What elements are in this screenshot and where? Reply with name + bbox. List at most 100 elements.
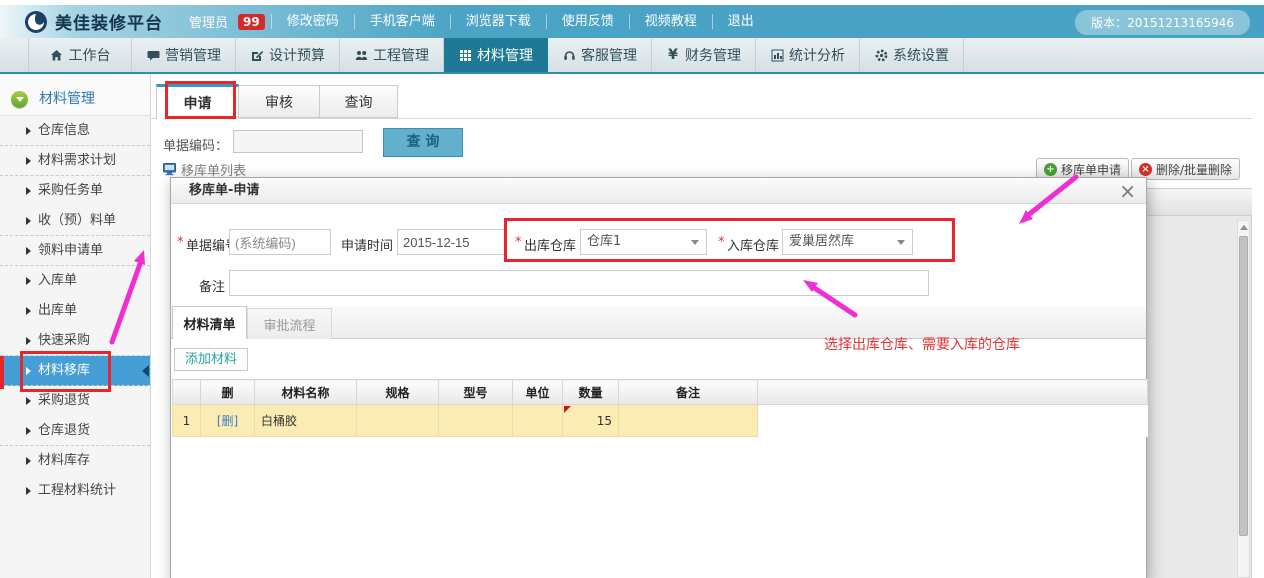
code-field-input[interactable]: [229, 229, 331, 255]
row-material-name: 白桶胶: [255, 405, 357, 437]
caret-right-icon: [26, 217, 31, 225]
nav-tab-finance[interactable]: ¥ 财务管理: [652, 38, 756, 72]
sidebar-item-material-stock[interactable]: 材料库存: [0, 446, 150, 476]
remark-input[interactable]: [229, 270, 929, 296]
nav-tab-marketing[interactable]: 营销管理: [132, 38, 236, 72]
mobile-client-link[interactable]: 手机客户端: [354, 14, 450, 29]
logout-link[interactable]: 退出: [712, 14, 769, 29]
sidebar-item-label: 领料申请单: [38, 243, 103, 258]
header-links: 管理员 99 修改密码 手机客户端 浏览器下载 使用反馈 视频教程 退出: [189, 12, 769, 31]
row-unit: [513, 405, 563, 437]
col-remark: 备注: [619, 380, 758, 405]
yen-icon: ¥: [666, 48, 680, 62]
sidebar-item-label: 采购退货: [38, 393, 90, 408]
annotation-tip-text: 选择出库仓库、需要入库的仓库: [824, 334, 1020, 354]
tab-material-list[interactable]: 材料清单: [172, 306, 247, 339]
sidebar-item-label: 材料需求计划: [38, 153, 116, 168]
dialog-title: 移库单-申请: [189, 183, 259, 198]
order-code-input[interactable]: [233, 130, 363, 153]
sidebar-item-label: 仓库退货: [38, 423, 90, 438]
nav-tab-label: 工作台: [69, 45, 111, 65]
collapse-circle-icon[interactable]: [11, 91, 28, 108]
apply-time-label: 申请时间: [341, 235, 393, 254]
tab-label: 申请: [184, 93, 212, 113]
sidebar-item-label: 材料移库: [38, 363, 90, 378]
col-model: 型号: [439, 380, 513, 405]
grid-icon: [458, 48, 472, 62]
nav-tab-system-settings[interactable]: 系统设置: [860, 38, 964, 72]
delete-row-link[interactable]: [删]: [217, 414, 238, 428]
active-pointer-icon: [142, 365, 149, 377]
search-button[interactable]: 查 询: [383, 128, 463, 157]
sidebar-item-purchase-return[interactable]: 采购退货: [0, 386, 150, 416]
sidebar-item-receive-material[interactable]: 收（预）料单: [0, 206, 150, 236]
nav-tab-workbench[interactable]: 工作台: [28, 38, 132, 72]
sidebar-item-label: 入库单: [38, 273, 77, 288]
row-model: [439, 405, 513, 437]
caret-right-icon: [26, 367, 31, 375]
sidebar-item-project-material-stats[interactable]: 工程材料统计: [0, 476, 150, 506]
nav-tab-label: 系统设置: [893, 45, 949, 65]
nav-tab-customer-service[interactable]: 客服管理: [548, 38, 652, 72]
home-icon: [50, 48, 64, 62]
nav-tab-design-budget[interactable]: 设计预算: [236, 38, 340, 72]
row-qty[interactable]: 15: [563, 405, 619, 437]
row-spec: [357, 405, 439, 437]
sidebar-item-label: 材料库存: [38, 453, 90, 468]
in-warehouse-select[interactable]: 爱巢居然库: [782, 229, 913, 255]
sidebar-header[interactable]: 材料管理: [0, 74, 150, 116]
sidebar-item-label: 仓库信息: [38, 123, 90, 138]
change-password-link[interactable]: 修改密码: [271, 14, 354, 29]
sidebar-item-material-demand-plan[interactable]: 材料需求计划: [0, 146, 150, 176]
add-material-button[interactable]: 添加材料: [174, 348, 248, 371]
sidebar-item-purchase-task[interactable]: 采购任务单: [0, 176, 150, 206]
sidebar-item-quick-purchase[interactable]: 快速采购: [0, 326, 150, 356]
dialog-header: 移库单-申请 ×: [171, 178, 1146, 204]
close-icon[interactable]: ×: [1119, 179, 1136, 203]
sidebar-item-warehouse-return[interactable]: 仓库退货: [0, 416, 150, 446]
nav-tab-engineering[interactable]: 工程管理: [340, 38, 444, 72]
caret-right-icon: [26, 277, 31, 285]
delete-batch-button[interactable]: × 删除/批量删除: [1131, 158, 1240, 180]
row-index: 1: [173, 405, 201, 437]
row-remark: [619, 405, 758, 437]
app-window: 美佳装修平台 管理员 99 修改密码 手机客户端 浏览器下载 使用反馈 视频教程…: [0, 0, 1264, 578]
sidebar-item-outbound[interactable]: 出库单: [0, 296, 150, 326]
tab-label: 查询: [345, 92, 373, 112]
video-tutorial-link[interactable]: 视频教程: [629, 14, 712, 29]
notification-badge[interactable]: 99: [238, 14, 265, 30]
tab-apply[interactable]: 申请: [156, 84, 239, 119]
caret-right-icon: [26, 457, 31, 465]
caret-right-icon: [26, 127, 31, 135]
browser-download-link[interactable]: 浏览器下载: [450, 14, 546, 29]
x-circle-icon: ×: [1139, 163, 1152, 176]
sidebar-item-label: 工程材料统计: [38, 483, 116, 498]
sidebar-item-material-transfer[interactable]: 材料移库: [0, 356, 150, 386]
tab-approval-flow[interactable]: 审批流程: [247, 308, 332, 339]
nav-tab-label: 统计分析: [789, 45, 845, 65]
vertical-scrollbar[interactable]: [1237, 220, 1250, 578]
sidebar-item-warehouse-info[interactable]: 仓库信息: [0, 116, 150, 146]
chevron-down-icon: [897, 240, 905, 245]
table-header-row: 删 材料名称 规格 型号 单位 数量 备注: [173, 380, 1148, 405]
nav-tab-statistics[interactable]: 统计分析: [756, 38, 860, 72]
main-nav: 工作台 营销管理 设计预算 工程管理 材料管理 客服管理 ¥ 财务管理 统计分析: [0, 38, 1264, 74]
scrollbar-thumb[interactable]: [1239, 236, 1248, 536]
out-warehouse-select[interactable]: 仓库1: [580, 229, 707, 255]
nav-tab-materials[interactable]: 材料管理: [444, 38, 548, 72]
top-bar: 美佳装修平台 管理员 99 修改密码 手机客户端 浏览器下载 使用反馈 视频教程…: [0, 5, 1264, 38]
tab-audit[interactable]: 审核: [238, 85, 320, 118]
caret-right-icon: [26, 487, 31, 495]
nav-tab-label: 客服管理: [581, 45, 637, 65]
in-warehouse-value: 爱巢居然库: [789, 234, 854, 249]
team-icon: [354, 48, 368, 62]
caret-right-icon: [26, 427, 31, 435]
tab-query[interactable]: 查询: [319, 85, 398, 118]
sidebar-item-inbound[interactable]: 入库单: [0, 266, 150, 296]
feedback-link[interactable]: 使用反馈: [546, 14, 629, 29]
sidebar-item-label: 快速采购: [38, 333, 90, 348]
apply-time-input[interactable]: [397, 229, 505, 255]
sidebar-item-material-request[interactable]: 领料申请单: [0, 236, 150, 266]
scroll-up-icon[interactable]: [1240, 225, 1248, 230]
nav-tab-label: 财务管理: [685, 45, 741, 65]
